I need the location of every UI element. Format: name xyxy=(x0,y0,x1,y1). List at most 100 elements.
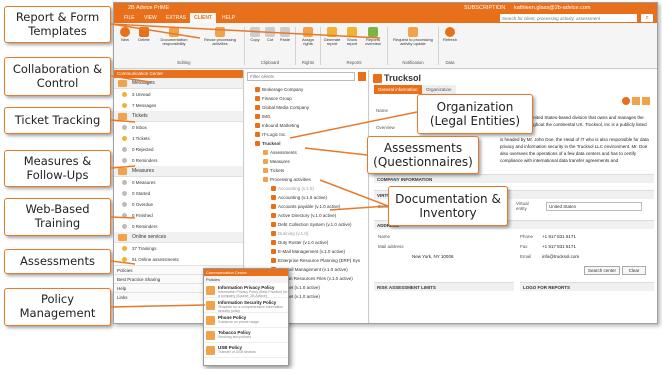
show-label: Show report xyxy=(346,37,358,47)
list-item[interactable]: Phone Policy Guidance on phone usage xyxy=(204,313,288,328)
new-button[interactable]: New xyxy=(118,27,132,42)
tree-item[interactable]: Duty Roster (v.1.0 active) xyxy=(271,238,328,247)
section-logo-reports[interactable]: LOGO FOR REPORTS xyxy=(520,282,654,291)
tree-item[interactable]: Global Media Company xyxy=(255,103,309,112)
filter-clients-input[interactable] xyxy=(247,72,355,81)
tree-item[interactable]: Dunning (v.1.0) xyxy=(271,229,308,238)
nav-item[interactable]: 0 Finished xyxy=(114,210,243,221)
section-company-information[interactable]: COMPANY INFORMATION xyxy=(374,174,654,183)
company-icon xyxy=(255,123,260,128)
nav-item-label: 3 Unread xyxy=(132,92,151,97)
refresh-button[interactable]: Refresh xyxy=(441,27,459,42)
user-account[interactable]: kathleen.glass@2b-advice.com xyxy=(514,3,591,13)
bell-icon xyxy=(408,27,418,37)
nav-header: Communication Center xyxy=(114,70,243,78)
delete-button[interactable]: Delete xyxy=(136,27,152,42)
nav-item[interactable]: 37 Trainings xyxy=(114,243,243,254)
nav-item[interactable]: 7 Messages xyxy=(114,100,243,111)
tree-item[interactable]: Finance Group xyxy=(255,94,292,103)
search-input[interactable] xyxy=(500,14,637,22)
generate-report-button[interactable]: Generate report xyxy=(322,27,342,47)
paste-label: Paste xyxy=(279,37,291,42)
activity-icon xyxy=(271,240,276,245)
tree-item[interactable]: Active Directory (v.1.0 active) xyxy=(271,211,336,220)
tree-item-selected[interactable]: Trucksol xyxy=(255,139,281,148)
callout-collaboration: Collaboration & Control xyxy=(4,57,111,96)
name2-label: Name xyxy=(378,234,391,239)
nav-item[interactable]: 0 Overdue xyxy=(114,199,243,210)
list-item[interactable]: Information Privacy Policy Information Pr… xyxy=(204,283,288,298)
tree-item[interactable]: Accounting (v.1.5 active) xyxy=(271,193,327,202)
pdf-icon[interactable] xyxy=(632,97,640,105)
tab-organization[interactable]: Organization xyxy=(422,85,456,94)
report-icon xyxy=(327,27,337,37)
menu-client[interactable]: CLIENT xyxy=(190,13,217,23)
nav-section-messages[interactable]: Messages xyxy=(114,78,243,89)
tree-item[interactable]: Processing activities xyxy=(263,175,311,184)
tree-item[interactable]: Accounts payable (v.1.0 active) xyxy=(271,202,340,211)
tree-item[interactable]: Enterprise Resource Planning (ERP) Sys xyxy=(271,256,360,265)
nav-item[interactable]: 51 Online assessments xyxy=(114,254,243,265)
nav-item[interactable]: 0 Started xyxy=(114,188,243,199)
search-icon[interactable]: ⌕ xyxy=(641,14,653,22)
tree-item-label: Trucksol xyxy=(262,141,281,146)
divider xyxy=(244,27,245,65)
status-dot-icon xyxy=(122,202,127,207)
report-icon xyxy=(347,27,357,37)
divider xyxy=(320,27,321,65)
tab-general[interactable]: General information xyxy=(374,85,422,94)
export-icon[interactable] xyxy=(642,97,650,105)
tree-item[interactable]: Brokerage Company xyxy=(255,85,303,94)
tree-item[interactable]: E-Mail Management (v.1.0 active) xyxy=(271,247,345,256)
tree-item[interactable]: Tickets xyxy=(263,166,284,175)
nav-item[interactable]: 1 Tickets xyxy=(114,133,243,144)
nav-item[interactable]: 3 Unread xyxy=(114,89,243,100)
assign-rights-button[interactable]: Assign rights xyxy=(298,27,318,47)
reports-overview-button[interactable]: Reports overview xyxy=(362,27,384,47)
list-item[interactable]: Information Security Policy Template for … xyxy=(204,298,288,313)
tree-item[interactable]: IT-Logic Inc. xyxy=(255,130,287,139)
subscription-link[interactable]: SUBSCRIPTION xyxy=(464,3,505,13)
nav-item-label: 51 Online assessments xyxy=(132,257,179,262)
tree-item[interactable]: Measures xyxy=(263,157,290,166)
country-select[interactable]: United States xyxy=(546,202,642,211)
list-item[interactable]: USB Policy Transfer of USB devices xyxy=(204,343,288,358)
divider xyxy=(387,27,388,65)
status-dot-icon xyxy=(122,224,127,229)
tree-item[interactable]: IMG xyxy=(255,112,271,121)
nav-section-measures[interactable]: Measures xyxy=(114,166,243,177)
callout-policy: Policy Management xyxy=(4,288,111,326)
cut-button[interactable]: Cut xyxy=(264,27,276,42)
mail-address-line2: New York, NY 10006 xyxy=(412,254,454,259)
tree-item[interactable]: Accounting (v.1.0) xyxy=(271,184,314,193)
copy-button[interactable]: Copy xyxy=(248,27,262,42)
help-icon[interactable] xyxy=(622,97,630,105)
nav-item[interactable]: 0 Reminders xyxy=(114,155,243,166)
search-center-button[interactable]: Search center xyxy=(584,266,620,275)
clear-button[interactable]: Clear xyxy=(622,266,646,275)
section-title: Messages xyxy=(132,80,155,86)
reuse-button[interactable]: Reuse processing activities xyxy=(200,27,240,47)
nav-section-online-services[interactable]: Online services xyxy=(114,232,243,243)
nav-section-tickets[interactable]: Tickets xyxy=(114,111,243,122)
list-item[interactable]: Tobacco Policy Smoking and policies xyxy=(204,328,288,343)
show-report-button[interactable]: Show report xyxy=(343,27,361,47)
request-update-button[interactable]: Request to processing activity update xyxy=(390,27,436,47)
nav-item-label: 0 Overdue xyxy=(132,202,154,207)
section-risk-assessment[interactable]: RISK ASSESSMENT LIMITS xyxy=(374,282,514,291)
filter-icon[interactable] xyxy=(358,72,366,81)
menu-help[interactable]: HELP xyxy=(218,13,239,23)
nav-item[interactable]: 0 Measures xyxy=(114,177,243,188)
paste-button[interactable]: Paste xyxy=(278,27,292,42)
nav-item[interactable]: 0 Reminders xyxy=(114,221,243,232)
tree-item[interactable]: Inbound Marketing xyxy=(255,121,299,130)
nav-item[interactable]: 0 Rejected xyxy=(114,144,243,155)
tree-item[interactable]: Assessments xyxy=(263,148,297,157)
doc-responsibility-button[interactable]: Documentation responsibility xyxy=(156,27,192,47)
menu-view[interactable]: VIEW xyxy=(140,13,161,23)
nav-item[interactable]: 0 Inbox xyxy=(114,122,243,133)
menu-file[interactable]: FILE xyxy=(120,13,139,23)
menu-extras[interactable]: EXTRAS xyxy=(162,13,190,23)
page-title: Trucksol xyxy=(384,73,422,83)
tree-item[interactable]: Debt Collection System (v.1.0 active) xyxy=(271,220,351,229)
